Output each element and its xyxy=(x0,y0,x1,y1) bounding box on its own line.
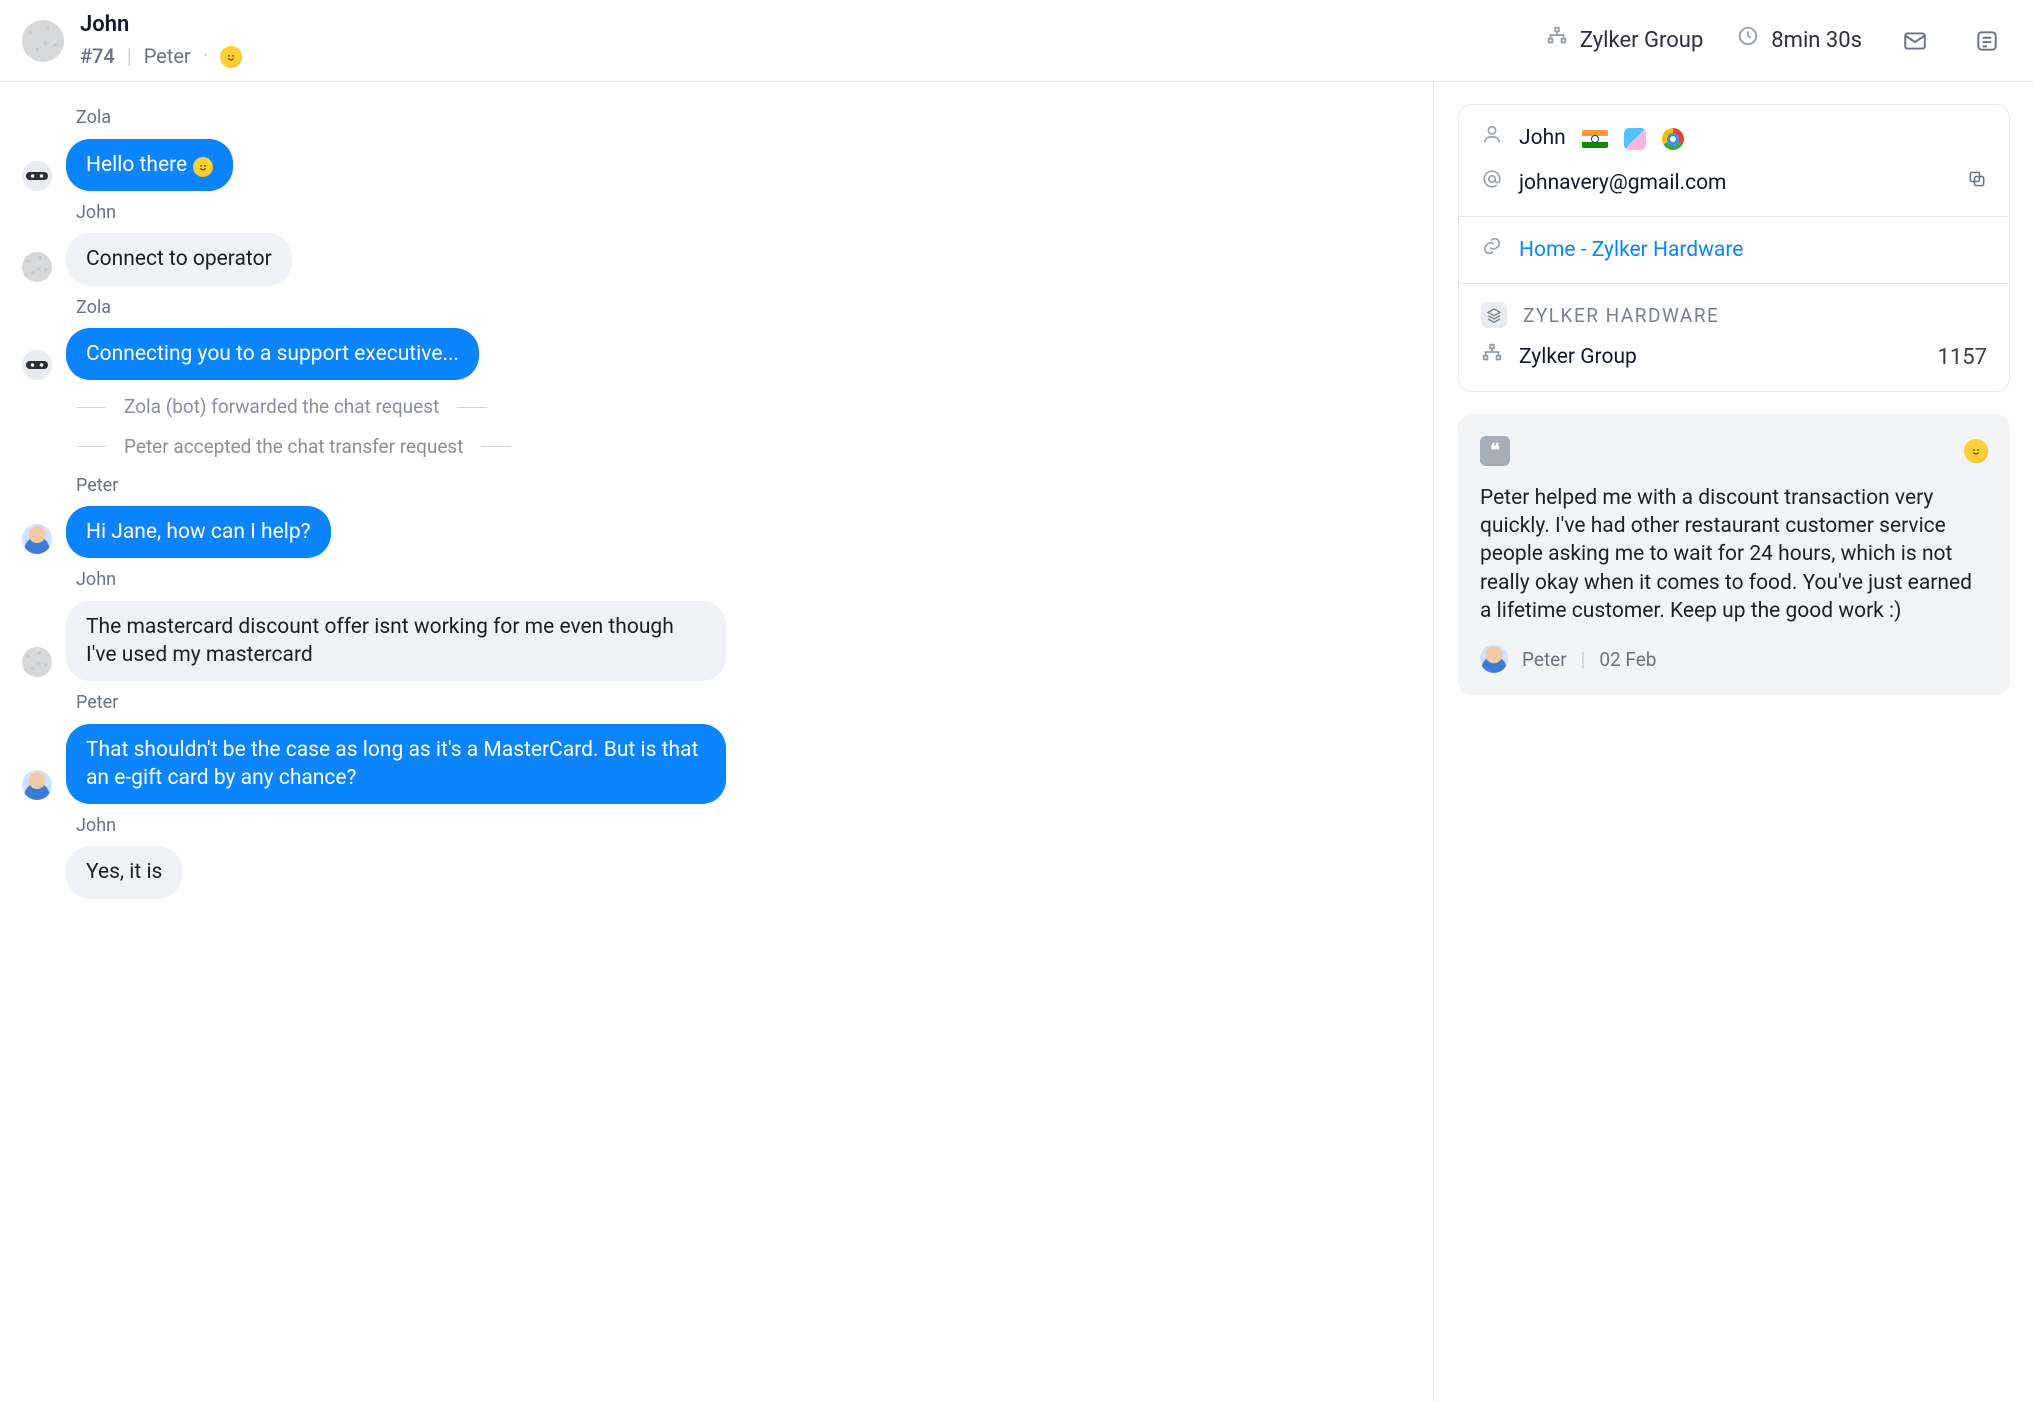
system-message: Zola (bot) forwarded the chat request xyxy=(76,394,1403,420)
smiley-icon xyxy=(220,46,242,68)
rating-smiley-icon xyxy=(1964,439,1988,463)
message-row: That shouldn't be the case as long as it… xyxy=(22,724,1403,805)
message-group: Zola Connecting you to a support executiv… xyxy=(22,296,1403,381)
separator-dot: · xyxy=(203,42,209,72)
customer-line: John xyxy=(1481,123,1987,153)
user-icon xyxy=(1481,123,1503,153)
duration-value: 8min 30s xyxy=(1771,26,1862,56)
review-footer: Peter | 02 Feb xyxy=(1480,645,1988,673)
message-group: John Yes, it is xyxy=(22,814,1403,899)
header-left: John #74 | Peter · xyxy=(22,10,242,71)
message-group: John Connect to operator xyxy=(22,201,1403,286)
message-group: John The mastercard discount offer isnt w… xyxy=(22,568,1403,681)
message-sender: Zola xyxy=(76,106,1403,130)
message-bubble[interactable]: Hello there xyxy=(66,139,233,191)
message-group: Zola Hello there xyxy=(22,106,1403,191)
customer-card: John johnavery@gmail.com xyxy=(1458,104,2010,391)
review-card: ❝ Peter helped me with a discount transa… xyxy=(1458,414,2010,696)
layers-icon xyxy=(1481,302,1507,328)
header-right: Zylker Group 8min 30s xyxy=(1546,22,2006,60)
customer-avatar xyxy=(22,252,52,282)
clock-icon xyxy=(1737,25,1759,56)
message-bubble[interactable]: Connect to operator xyxy=(66,233,292,285)
message-sender: Zola xyxy=(76,296,1403,320)
customer-name: John xyxy=(80,10,242,40)
message-row: Connecting you to a support executive... xyxy=(22,328,1403,380)
agent-avatar xyxy=(22,524,52,554)
smiley-icon xyxy=(193,157,213,177)
source-page-link[interactable]: Home - Zylker Hardware xyxy=(1519,236,1743,264)
review-author: Peter xyxy=(1522,647,1567,673)
country-flag-india xyxy=(1582,130,1608,148)
email-value: johnavery@gmail.com xyxy=(1519,169,1951,197)
duration-indicator: 8min 30s xyxy=(1737,25,1862,56)
at-icon xyxy=(1481,168,1503,198)
notes-button[interactable] xyxy=(1968,22,2006,60)
quote-icon: ❝ xyxy=(1480,436,1510,466)
message-group: Peter Hi Jane, how can I help? xyxy=(22,474,1403,559)
org-indicator[interactable]: Zylker Group xyxy=(1546,25,1703,56)
header-subline: #74 | Peter · xyxy=(80,42,242,72)
department-line: ZYLKER HARDWARE xyxy=(1481,302,1987,328)
email-line: johnavery@gmail.com xyxy=(1481,168,1987,198)
message-sender: John xyxy=(76,814,1403,838)
assigned-agent[interactable]: Peter xyxy=(144,43,191,70)
message-row: The mastercard discount offer isnt worki… xyxy=(22,601,1403,682)
info-sidebar: John johnavery@gmail.com xyxy=(1434,82,2034,1401)
chat-transcript: Zola Hello there John Connect to operator Zo… xyxy=(0,82,1434,1401)
review-text: Peter helped me with a discount transact… xyxy=(1480,484,1988,626)
header-title-block: John #74 | Peter · xyxy=(80,10,242,71)
agent-avatar xyxy=(22,770,52,800)
message-sender: John xyxy=(76,568,1403,592)
group-number: 1157 xyxy=(1938,343,1987,373)
bot-avatar xyxy=(22,161,52,191)
org-icon xyxy=(1481,342,1503,372)
chat-header: John #74 | Peter · Zylker Group 8min 30s xyxy=(0,0,2034,82)
message-row: Connect to operator xyxy=(22,233,1403,285)
separator: | xyxy=(1581,647,1586,673)
message-bubble[interactable]: The mastercard discount offer isnt worki… xyxy=(66,601,726,682)
org-icon xyxy=(1546,25,1568,56)
message-bubble[interactable]: That shouldn't be the case as long as it… xyxy=(66,724,726,805)
message-sender: Peter xyxy=(76,691,1403,715)
source-page-line[interactable]: Home - Zylker Hardware xyxy=(1481,235,1987,265)
message-row: Yes, it is xyxy=(22,846,1403,898)
department-label: ZYLKER HARDWARE xyxy=(1523,303,1719,329)
browser-chrome-icon xyxy=(1662,128,1684,150)
separator: | xyxy=(127,43,132,70)
mail-button[interactable] xyxy=(1896,22,1934,60)
os-icon xyxy=(1624,128,1646,150)
message-bubble[interactable]: Connecting you to a support executive... xyxy=(66,328,479,380)
group-name: Zylker Group xyxy=(1519,343,1922,371)
group-line[interactable]: Zylker Group 1157 xyxy=(1481,342,1987,372)
customer-avatar xyxy=(22,647,52,677)
link-icon xyxy=(1481,235,1503,265)
ticket-id[interactable]: #74 xyxy=(80,43,115,70)
copy-email-button[interactable] xyxy=(1967,169,1987,197)
message-row: Hello there xyxy=(22,139,1403,191)
message-sender: Peter xyxy=(76,474,1403,498)
bot-avatar xyxy=(22,350,52,380)
message-group: Peter That shouldn't be the case as long … xyxy=(22,691,1403,804)
review-author-avatar xyxy=(1480,645,1508,673)
message-bubble[interactable]: Yes, it is xyxy=(66,846,182,898)
review-date: 02 Feb xyxy=(1599,647,1656,673)
customer-avatar[interactable] xyxy=(22,20,64,62)
customer-name-value: John xyxy=(1519,124,1566,152)
system-message: Peter accepted the chat transfer request xyxy=(76,434,1403,460)
message-sender: John xyxy=(76,201,1403,225)
message-row: Hi Jane, how can I help? xyxy=(22,506,1403,558)
org-name: Zylker Group xyxy=(1580,26,1703,56)
message-bubble[interactable]: Hi Jane, how can I help? xyxy=(66,506,331,558)
